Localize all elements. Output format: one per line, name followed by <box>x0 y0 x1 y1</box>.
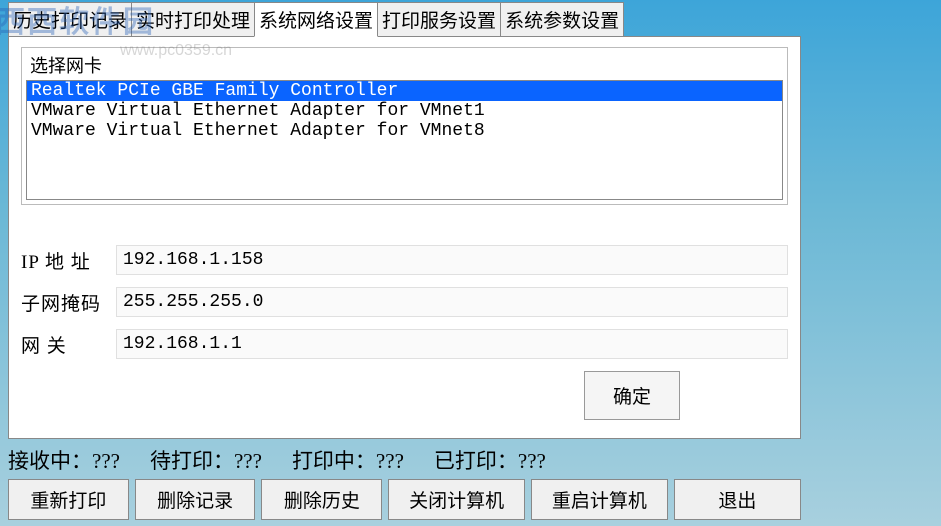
tab-print-service[interactable]: 打印服务设置 <box>377 2 501 37</box>
delete-history-button[interactable]: 删除历史 <box>261 479 382 520</box>
confirm-button[interactable]: 确定 <box>584 371 680 420</box>
exit-button[interactable]: 退出 <box>674 479 801 520</box>
reprint-button[interactable]: 重新打印 <box>8 479 129 520</box>
tab-network-settings[interactable]: 系统网络设置 <box>254 2 378 37</box>
status-printing: 打印中：??? <box>292 445 404 475</box>
ip-row: IP 地 址 <box>21 245 788 275</box>
ip-label: IP 地 址 <box>21 247 116 274</box>
mask-label: 子网掩码 <box>21 289 116 316</box>
bottom-button-bar: 重新打印 删除记录 删除历史 关闭计算机 重启计算机 退出 <box>8 479 941 520</box>
delete-record-button[interactable]: 删除记录 <box>135 479 256 520</box>
status-printed: 已打印：??? <box>434 445 546 475</box>
status-pending: 待打印：??? <box>150 445 262 475</box>
tab-system-params[interactable]: 系统参数设置 <box>500 2 624 37</box>
list-item[interactable]: VMware Virtual Ethernet Adapter for VMne… <box>27 121 782 141</box>
network-form: IP 地 址 子网掩码 网 关 <box>21 245 788 359</box>
status-bar: 接收中：??? 待打印：??? 打印中：??? 已打印：??? <box>8 445 941 475</box>
restart-button[interactable]: 重启计算机 <box>531 479 668 520</box>
tab-realtime[interactable]: 实时打印处理 <box>131 2 255 37</box>
mask-row: 子网掩码 <box>21 287 788 317</box>
ip-input[interactable] <box>116 245 788 275</box>
tab-bar: 历史打印记录 实时打印处理 系统网络设置 打印服务设置 系统参数设置 <box>8 2 941 37</box>
status-receiving: 接收中：??? <box>8 445 120 475</box>
nic-listbox[interactable]: Realtek PCIe GBE Family Controller VMwar… <box>26 80 783 200</box>
nic-group-label: 选择网卡 <box>30 52 783 78</box>
gateway-input[interactable] <box>116 329 788 359</box>
shutdown-button[interactable]: 关闭计算机 <box>388 479 525 520</box>
gateway-row: 网 关 <box>21 329 788 359</box>
list-item[interactable]: Realtek PCIe GBE Family Controller <box>27 81 782 101</box>
tab-history[interactable]: 历史打印记录 <box>8 2 132 37</box>
list-item[interactable]: VMware Virtual Ethernet Adapter for VMne… <box>27 101 782 121</box>
network-settings-panel: 选择网卡 Realtek PCIe GBE Family Controller … <box>8 36 801 439</box>
gateway-label: 网 关 <box>21 331 116 358</box>
nic-group: 选择网卡 Realtek PCIe GBE Family Controller … <box>21 47 788 205</box>
mask-input[interactable] <box>116 287 788 317</box>
